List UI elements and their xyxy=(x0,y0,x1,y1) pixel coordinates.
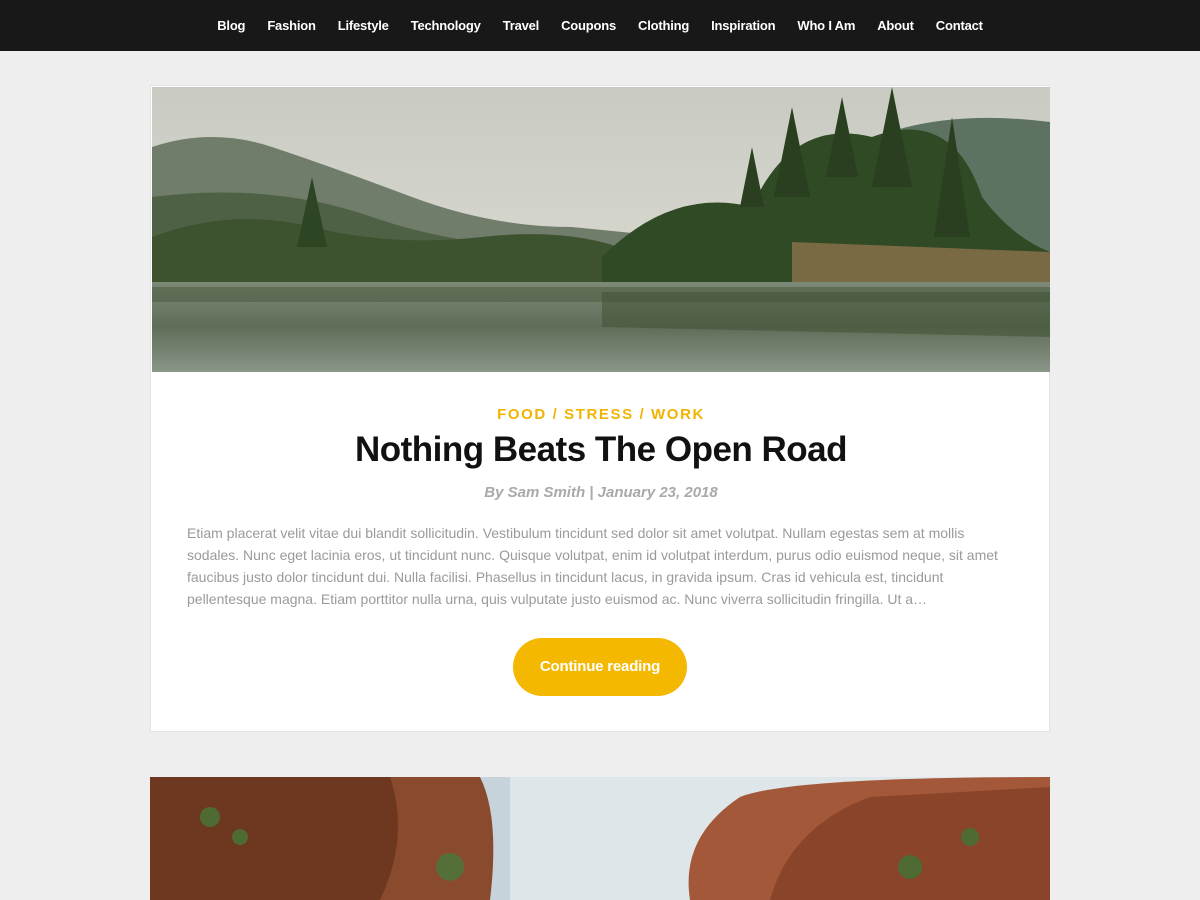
post-title[interactable]: Nothing Beats The Open Road xyxy=(151,430,1051,470)
post-excerpt: Etiam placerat velit vitae dui blandit s… xyxy=(187,525,998,607)
nav-item: Coupons xyxy=(550,0,627,51)
lake-landscape-image xyxy=(152,87,1050,372)
nav-item: Blog xyxy=(206,0,256,51)
nav-link-blog[interactable]: Blog xyxy=(217,0,245,51)
nav-item: Technology xyxy=(400,0,492,51)
nav-link-fashion[interactable]: Fashion xyxy=(267,0,316,51)
nav-item: Contact xyxy=(925,0,994,51)
nav-item: Fashion xyxy=(256,0,326,51)
post-meta: By Sam Smith | January 23, 2018 xyxy=(484,484,718,501)
post-card: FOOD / STRESS / WORK Nothing Beats The O… xyxy=(150,85,1050,732)
category-separator: / xyxy=(633,406,652,423)
canyon-landscape-image xyxy=(150,777,1050,900)
top-navigation: Blog Fashion Lifestyle Technology Travel… xyxy=(0,0,1200,51)
nav-item: About xyxy=(866,0,925,51)
category-link-stress[interactable]: STRESS xyxy=(564,406,634,423)
nav-link-clothing[interactable]: Clothing xyxy=(638,0,689,51)
nav-link-inspiration[interactable]: Inspiration xyxy=(711,0,775,51)
nav-link-technology[interactable]: Technology xyxy=(411,0,481,51)
nav-item: Inspiration xyxy=(700,0,786,51)
nav-link-coupons[interactable]: Coupons xyxy=(561,0,616,51)
category-link-work[interactable]: WORK xyxy=(651,406,705,423)
continue-reading-button[interactable]: Continue reading xyxy=(513,638,687,696)
nav-item: Clothing xyxy=(627,0,700,51)
post-featured-image[interactable] xyxy=(152,87,1050,372)
post-categories: FOOD / STRESS / WORK xyxy=(151,406,1051,423)
post-featured-image[interactable] xyxy=(150,777,1050,900)
category-separator: / xyxy=(546,406,565,423)
nav-link-about[interactable]: About xyxy=(877,0,914,51)
nav-link-contact[interactable]: Contact xyxy=(936,0,983,51)
post-card xyxy=(150,777,1050,900)
nav-link-travel[interactable]: Travel xyxy=(503,0,540,51)
nav-menu: Blog Fashion Lifestyle Technology Travel… xyxy=(0,0,1200,51)
nav-item: Who I Am xyxy=(786,0,866,51)
nav-link-who-i-am[interactable]: Who I Am xyxy=(797,0,855,51)
nav-item: Travel xyxy=(492,0,550,51)
nav-item: Lifestyle xyxy=(327,0,400,51)
nav-link-lifestyle[interactable]: Lifestyle xyxy=(338,0,389,51)
category-link-food[interactable]: FOOD xyxy=(497,406,547,423)
